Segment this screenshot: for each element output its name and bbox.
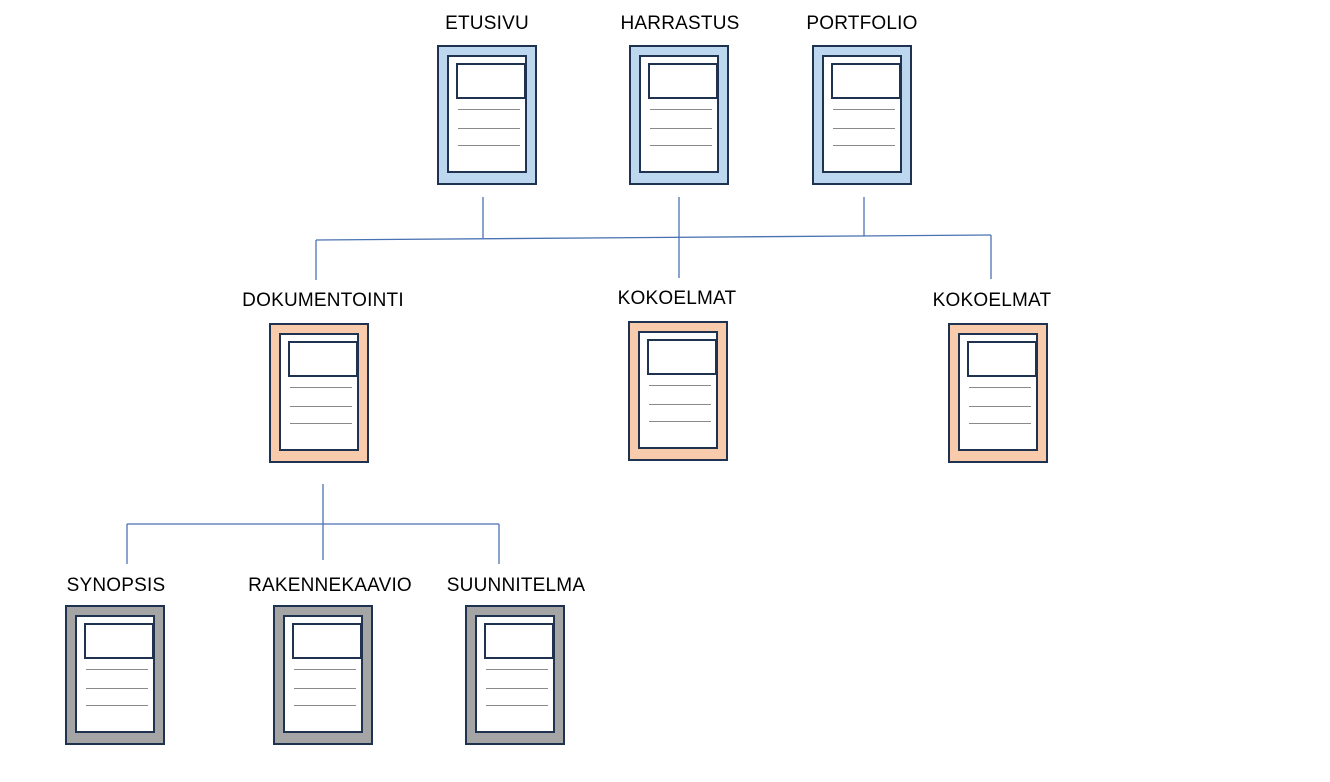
page-portfolio xyxy=(812,45,912,185)
page-sheet xyxy=(638,331,718,449)
text-line xyxy=(290,423,352,424)
label-kokoelmat-1: KOKOELMAT xyxy=(617,288,737,309)
text-line xyxy=(458,128,520,129)
text-line xyxy=(969,406,1031,407)
text-line xyxy=(294,669,356,670)
sitemap-diagram: ETUSIVU HARRASTUS PORTFOLIO DOKUMENTOINT… xyxy=(0,0,1330,782)
image-placeholder xyxy=(288,341,358,377)
label-suunnitelma: SUUNNITELMA xyxy=(446,575,586,596)
page-rakennekaavio xyxy=(273,605,373,745)
label-kokoelmat-2: KOKOELMAT xyxy=(932,290,1052,311)
text-line xyxy=(649,385,711,386)
text-line xyxy=(294,705,356,706)
page-kokoelmat-2 xyxy=(948,323,1048,463)
page-synopsis xyxy=(65,605,165,745)
image-placeholder xyxy=(831,63,901,99)
text-line xyxy=(649,404,711,405)
page-sheet xyxy=(475,615,555,733)
label-etusivu: ETUSIVU xyxy=(445,13,529,34)
image-placeholder xyxy=(648,63,718,99)
text-line xyxy=(86,705,148,706)
page-harrastus xyxy=(629,45,729,185)
label-harrastus: HARRASTUS xyxy=(620,13,740,34)
page-sheet xyxy=(447,55,527,173)
page-suunnitelma xyxy=(465,605,565,745)
image-placeholder xyxy=(84,623,154,659)
page-sheet xyxy=(75,615,155,733)
text-line xyxy=(650,145,712,146)
page-kokoelmat-1 xyxy=(628,321,728,461)
text-line xyxy=(833,128,895,129)
image-placeholder xyxy=(647,339,717,375)
image-placeholder xyxy=(484,623,554,659)
page-sheet xyxy=(958,333,1038,451)
text-line xyxy=(458,109,520,110)
text-line xyxy=(86,688,148,689)
text-line xyxy=(458,145,520,146)
page-sheet xyxy=(639,55,719,173)
text-line xyxy=(290,406,352,407)
page-sheet xyxy=(279,333,359,451)
text-line xyxy=(833,145,895,146)
text-line xyxy=(294,688,356,689)
label-synopsis: SYNOPSIS xyxy=(66,575,166,596)
label-rakennekaavio: RAKENNEKAAVIO xyxy=(248,575,412,596)
text-line xyxy=(486,705,548,706)
text-line xyxy=(86,669,148,670)
page-etusivu xyxy=(437,45,537,185)
label-dokumentointi: DOKUMENTOINTI xyxy=(242,290,404,311)
page-dokumentointi xyxy=(269,323,369,463)
text-line xyxy=(486,669,548,670)
page-sheet xyxy=(283,615,363,733)
text-line xyxy=(969,423,1031,424)
image-placeholder xyxy=(292,623,362,659)
text-line xyxy=(649,421,711,422)
label-portfolio: PORTFOLIO xyxy=(806,13,918,34)
text-line xyxy=(969,387,1031,388)
text-line xyxy=(650,109,712,110)
connector-top-horizontal xyxy=(315,234,992,241)
page-sheet xyxy=(822,55,902,173)
text-line xyxy=(650,128,712,129)
text-line xyxy=(833,109,895,110)
text-line xyxy=(290,387,352,388)
image-placeholder xyxy=(456,63,526,99)
image-placeholder xyxy=(967,341,1037,377)
text-line xyxy=(486,688,548,689)
